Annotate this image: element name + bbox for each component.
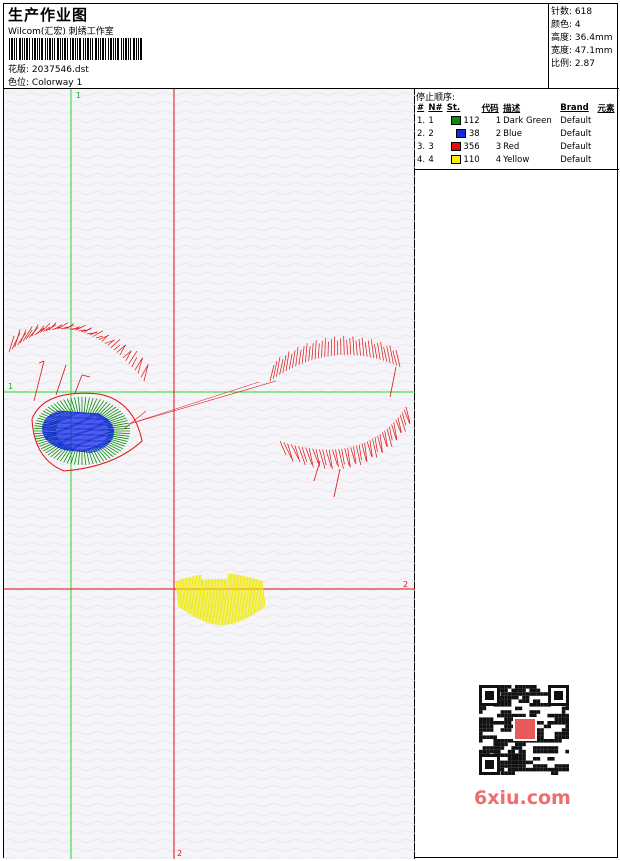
stat-colors: 颜色: 4 [551,20,581,30]
row-code: 4 [495,154,502,165]
table-row: 2. 2 38 2 Blue Default [416,127,618,140]
row-element [597,114,618,127]
row-index: 4. [417,154,426,165]
table-header-row: # N# St. 代码 描述 Brand 元素 [416,101,618,114]
stop-sequence-table: # N# St. 代码 描述 Brand 元素 1. 1 112 1 Dark Gre… [416,101,618,166]
column-header: Brand [560,102,589,113]
row-index: 1. [417,115,426,126]
column-header: 元素 [597,103,615,114]
guide-label-red-bottom: 2 [177,849,182,858]
row-brand: Default [560,141,592,152]
color-swatch [456,128,467,138]
guide-label-green-left: 1 [8,382,13,391]
row-needle: 2 [428,128,434,139]
row-stitches: 356 [446,140,481,153]
row-description: Red [503,141,520,152]
table-row: 3. 3 356 3 Red Default [416,140,618,153]
design-file-row: 花版: 2037546.dst [8,62,89,75]
colorway-value: Colorway 1 [31,78,83,88]
colorway-row: 色位: Colorway 1 [8,75,82,88]
row-brand: Default [560,128,592,139]
panel-divider [415,169,619,170]
table-row: 4. 4 110 4 Yellow Default [416,153,618,166]
table-row: 1. 1 112 1 Dark Green Default [416,114,618,127]
qr-code [469,681,579,781]
color-swatch [450,141,461,151]
row-code: 3 [495,141,502,152]
row-index: 2. [417,128,426,139]
guide-label-red-right: 2 [403,580,408,589]
row-needle: 4 [428,154,434,165]
row-index: 3. [417,141,426,152]
stat-stitches: 针数: 618 [551,7,593,17]
color-swatch [450,115,461,125]
row-element [597,127,618,140]
barcode-icon [9,38,142,60]
row-stitches: 38 [446,127,481,140]
qr-code-icon [469,681,579,781]
colorway-label: 色位: [8,78,30,88]
row-needle: 3 [428,141,434,152]
column-header: St. [446,102,461,113]
column-header: 代码 [481,103,499,114]
watermark-text: 6xiu.com [474,787,571,809]
header-panel: 生产作业图 Wilcom(汇宏) 刺绣工作室 花版: 2037546.dst 色… [4,4,548,89]
embroidery-preview: 1 1 2 2 [4,89,415,859]
design-canvas: 1 1 2 2 [4,89,415,859]
guide-label-green-top: 1 [76,91,81,100]
stat-scale: 比例: 2.87 [551,59,595,69]
design-value: 2037546.dst [31,65,89,75]
column-header: 描述 [503,103,521,114]
color-swatch [450,154,461,164]
design-label: 花版: [8,65,30,75]
stats-panel: 针数: 618 颜色: 4 高度: 36.4mm 宽度: 47.1mm 比例: … [548,4,619,89]
page-title: 生产作业图 [8,6,89,24]
row-element [597,140,618,153]
company-name: Wilcom(汇宏) 刺绣工作室 [8,27,114,37]
row-brand: Default [560,154,592,165]
row-description: Blue [503,128,522,139]
row-code: 2 [495,128,502,139]
row-stitches: 110 [446,153,481,166]
stat-width: 宽度: 47.1mm [551,46,613,56]
stop-sequence-title: 停止顺序: [416,93,456,103]
row-description: Yellow [503,154,530,165]
row-stitches: 112 [446,114,481,127]
row-description: Dark Green [503,115,552,126]
stat-height: 高度: 36.4mm [551,33,613,43]
row-needle: 1 [428,115,434,126]
row-element [597,153,618,166]
row-brand: Default [560,115,592,126]
row-code: 1 [495,115,502,126]
